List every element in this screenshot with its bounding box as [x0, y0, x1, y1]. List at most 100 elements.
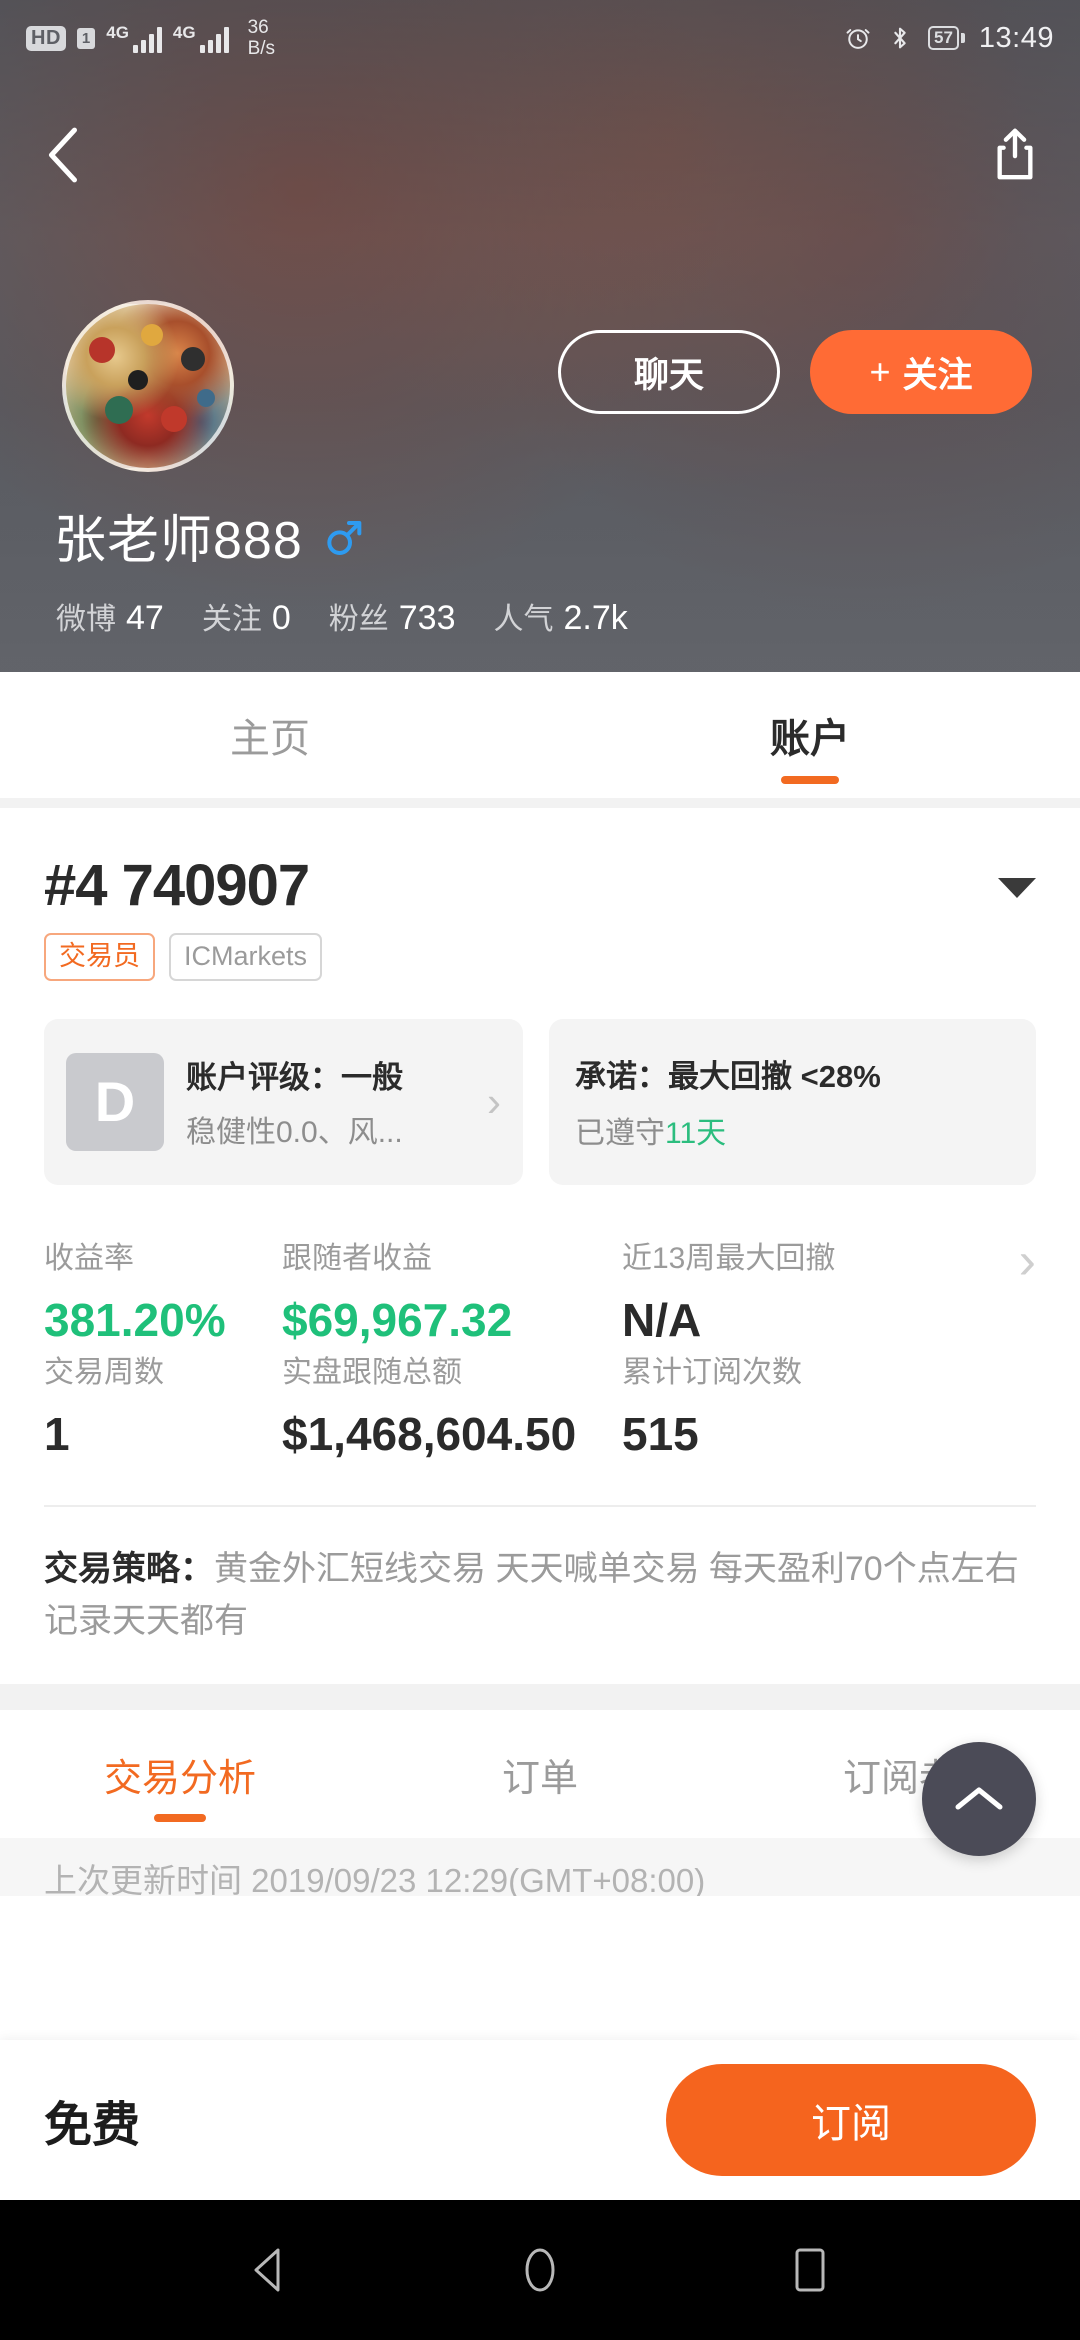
summary-cards: D 账户评级：一般 稳健性0.0、风... › 承诺：最大回撤 <28% 已遵守… — [0, 981, 1080, 1185]
promise-card-title: 承诺：最大回撤 <28% — [575, 1059, 881, 1095]
profile-name: 张老师888 — [54, 512, 303, 570]
stat-weibo[interactable]: 微博 47 — [56, 594, 164, 638]
cover-toolbar — [0, 100, 1080, 210]
secondary-tabs-spacer — [0, 1684, 1080, 1711]
metric-trading-weeks-label: 交易周数 — [44, 1355, 164, 1389]
metric-total-follow-amount-label: 实盘跟随总额 — [282, 1355, 462, 1389]
metric-max-drawdown-value: N/A — [622, 1293, 702, 1346]
metric-return-rate-value: 381.20% — [44, 1293, 226, 1346]
tabs-divider — [0, 798, 1080, 808]
battery-nub — [960, 33, 965, 43]
status-bar: HD 1 4G 4G 36 B/s 57 13:49 — [0, 0, 1080, 76]
stat-popularity[interactable]: 人气 2.7k — [493, 594, 627, 638]
sim-card-icon: 1 — [76, 27, 96, 49]
subscribe-button[interactable]: 订阅 — [666, 2064, 1036, 2176]
status-badge-trader: 交易员 — [44, 933, 155, 981]
chat-button[interactable]: 聊天 — [558, 330, 780, 414]
status-bar-right: 57 13:49 — [844, 22, 1054, 55]
promise-sub-days: 11天 — [665, 1117, 727, 1151]
metric-follower-profit-label: 跟随者收益 — [282, 1241, 432, 1275]
account-number: #4 740907 — [44, 853, 310, 918]
metric-total-subscriptions: 累计订阅次数 515 — [622, 1347, 1036, 1461]
metric-total-subscriptions-label: 累计订阅次数 — [622, 1355, 802, 1389]
account-header: #4 740907 — [0, 808, 1080, 919]
app-screen: HD 1 4G 4G 36 B/s 57 13:49 聊天 + 关注 张老师88… — [0, 0, 1080, 2340]
male-gender-icon — [327, 520, 362, 555]
network-type-1-label: 4G — [106, 22, 129, 42]
stat-following[interactable]: 关注 0 — [202, 594, 291, 638]
follow-button-label: 关注 — [902, 355, 973, 395]
cover-actions: 聊天 + 关注 — [558, 330, 1032, 414]
stat-weibo-label: 微博 — [56, 603, 116, 636]
avatar[interactable] — [62, 300, 234, 472]
scroll-to-top-button[interactable] — [922, 1742, 1036, 1856]
stat-followers[interactable]: 粉丝 733 — [329, 594, 456, 638]
account-badges: 交易员 ICMarkets — [0, 919, 1080, 981]
metric-total-follow-amount: 实盘跟随总额 $1,468,604.50 — [282, 1347, 622, 1461]
rating-card-texts: 账户评级：一般 稳健性0.0、风... — [186, 1052, 479, 1151]
signal-1: 4G — [106, 24, 162, 53]
promise-sub-prefix: 已遵守 — [575, 1117, 665, 1151]
secondary-tabs: 交易分析 订单 订阅者 — [0, 1710, 1080, 1839]
strategy-label: 交易策略： — [44, 1549, 214, 1588]
primary-tabs: 主页 账户 — [0, 672, 1080, 798]
bluetooth-icon — [894, 27, 906, 49]
metrics-chevron-right-icon[interactable]: › — [1019, 1231, 1036, 1291]
metrics-row-2: 交易周数 1 实盘跟随总额 $1,468,604.50 累计订阅次数 515 — [44, 1347, 1036, 1461]
status-bar-clock: 13:49 — [978, 21, 1054, 54]
stat-weibo-value: 47 — [126, 599, 164, 637]
stat-following-label: 关注 — [201, 603, 262, 636]
strategy-description: 交易策略：黄金外汇短线交易 天天喊单交易 每天盈利70个点左右 记录天天都有 — [0, 1507, 1080, 1648]
back-chevron-icon[interactable] — [40, 124, 86, 186]
signal-2: 4G — [173, 24, 229, 53]
metric-follower-profit-value: $69,967.32 — [282, 1293, 513, 1346]
chevron-right-icon[interactable]: › — [487, 1078, 501, 1126]
metric-total-follow-amount-value: $1,468,604.50 — [282, 1407, 577, 1460]
metric-return-rate: 收益率 381.20% — [44, 1233, 282, 1347]
plus-icon: + — [869, 351, 891, 392]
promise-card-subtitle: 已遵守11天 — [575, 1108, 726, 1152]
share-icon[interactable] — [990, 126, 1040, 184]
last-update-strip: 上次更新时间 2019/09/23 12:29(GMT+08:00) — [0, 1838, 1080, 1897]
tab-home[interactable]: 主页 — [0, 672, 540, 798]
metric-max-drawdown: 近13周最大回撤 N/A — [622, 1233, 1036, 1347]
chevron-down-icon[interactable] — [998, 878, 1036, 898]
signal-bars-1-icon — [132, 26, 162, 53]
last-update-text: 上次更新时间 2019/09/23 12:29(GMT+08:00) — [44, 1862, 706, 1897]
network-speed: 36 B/s — [248, 17, 275, 59]
bottom-action-bar: 免费 订阅 — [0, 2040, 1080, 2200]
metric-follower-profit: 跟随者收益 $69,967.32 — [282, 1233, 622, 1347]
stat-popularity-label: 人气 — [493, 603, 554, 636]
rating-grade: D — [66, 1052, 164, 1151]
metric-trading-weeks: 交易周数 1 — [44, 1347, 282, 1461]
signal-bars-2-icon — [199, 26, 229, 53]
profile-cover: HD 1 4G 4G 36 B/s 57 13:49 聊天 + 关注 张老师88… — [0, 0, 1080, 672]
tab-orders[interactable]: 订单 — [360, 1710, 720, 1838]
android-home-icon[interactable] — [510, 2240, 570, 2300]
status-bar-left: HD 1 4G 4G 36 B/s — [26, 17, 275, 59]
tab-account[interactable]: 账户 — [540, 672, 1080, 798]
rating-card[interactable]: D 账户评级：一般 稳健性0.0、风... › — [44, 1018, 523, 1185]
follow-button[interactable]: + 关注 — [810, 330, 1032, 414]
metric-trading-weeks-value: 1 — [44, 1407, 70, 1460]
network-type-2-label: 4G — [172, 22, 196, 42]
profile-name-row: 张老师888 — [54, 498, 363, 573]
android-navigation-bar — [0, 2200, 1080, 2340]
stat-followers-label: 粉丝 — [328, 603, 389, 636]
android-back-icon[interactable] — [240, 2240, 300, 2300]
promise-card: 承诺：最大回撤 <28% 已遵守11天 — [549, 1018, 1036, 1185]
android-recents-icon[interactable] — [780, 2240, 840, 2300]
stat-following-value: 0 — [271, 599, 291, 637]
chevron-up-icon — [955, 1787, 1003, 1810]
metrics-row-1: 收益率 381.20% 跟随者收益 $69,967.32 近13周最大回撤 N/… — [44, 1233, 1036, 1347]
hd-icon: HD — [26, 25, 66, 51]
network-speed-value: 36 — [247, 17, 269, 38]
status-badge-broker: ICMarkets — [169, 933, 323, 981]
price-label: 免费 — [44, 2099, 141, 2152]
battery-icon: 57 — [928, 26, 965, 50]
alarm-clock-icon — [846, 29, 870, 49]
metric-max-drawdown-label: 近13周最大回撤 — [622, 1241, 836, 1275]
profile-stats: 微博 47 关注 0 粉丝 733 人气 2.7k — [56, 594, 666, 638]
battery-level: 57 — [928, 26, 959, 50]
tab-trade-analysis[interactable]: 交易分析 — [0, 1710, 360, 1838]
